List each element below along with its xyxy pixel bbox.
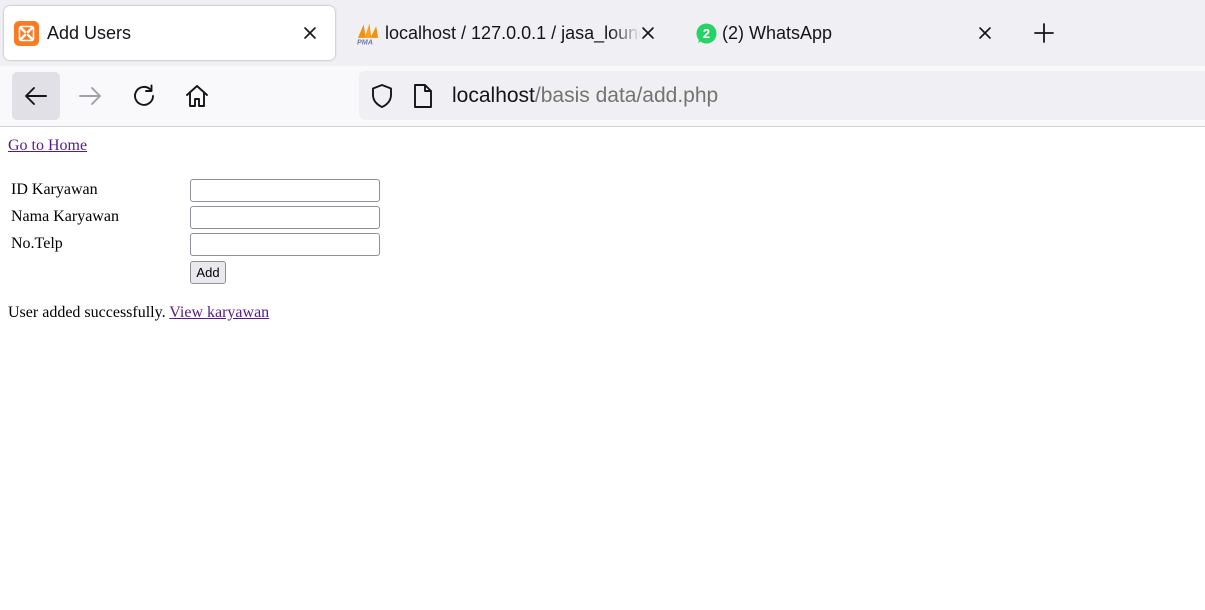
go-to-home-link[interactable]: Go to Home bbox=[8, 137, 87, 155]
arrow-right-icon bbox=[79, 87, 101, 105]
nama-karyawan-label: Nama Karyawan bbox=[11, 208, 119, 225]
tab-title: (2) WhatsApp bbox=[722, 23, 833, 43]
home-button[interactable] bbox=[173, 72, 221, 120]
page-content: Go to Home ID Karyawan Nama Karyawan No.… bbox=[0, 127, 1205, 610]
no-telp-input[interactable] bbox=[190, 233, 380, 256]
tab-add-users[interactable]: Add Users bbox=[4, 6, 335, 60]
tab-title: localhost / 127.0.0.1 / jasa_lounc bbox=[385, 23, 641, 43]
shield-icon[interactable] bbox=[369, 83, 395, 109]
close-icon[interactable] bbox=[640, 25, 656, 41]
back-button[interactable] bbox=[12, 72, 60, 120]
view-karyawan-link[interactable]: View karyawan bbox=[169, 304, 269, 321]
whatsapp-icon: 2 bbox=[696, 23, 717, 44]
no-telp-label: No.Telp bbox=[11, 235, 63, 252]
tab-strip: Add Users PMA localhost / 127.0.0.1 / ja… bbox=[0, 0, 1205, 66]
id-karyawan-input[interactable] bbox=[190, 179, 380, 202]
url-host: localhost bbox=[452, 84, 535, 107]
status-message: User added successfully. View karyawan bbox=[8, 304, 269, 322]
success-text: User added successfully. bbox=[8, 304, 166, 321]
address-bar[interactable]: localhost/basis data/add.php bbox=[359, 71, 1205, 120]
home-icon bbox=[186, 85, 208, 107]
close-icon[interactable] bbox=[302, 25, 318, 41]
page-icon[interactable] bbox=[412, 83, 434, 109]
url-text[interactable]: localhost/basis data/add.php bbox=[452, 71, 718, 120]
phpmyadmin-icon: PMA bbox=[357, 23, 379, 46]
navigation-toolbar: localhost/basis data/add.php bbox=[0, 66, 1205, 127]
url-path: /basis data/add.php bbox=[534, 84, 719, 107]
nama-karyawan-input[interactable] bbox=[190, 206, 380, 229]
close-icon[interactable] bbox=[977, 25, 993, 41]
tab-title: Add Users bbox=[47, 23, 132, 43]
unread-badge: 2 bbox=[703, 26, 710, 41]
tab-whatsapp[interactable]: 2 (2) WhatsApp bbox=[684, 6, 1006, 60]
reload-button[interactable] bbox=[120, 72, 168, 120]
new-tab-icon[interactable] bbox=[1030, 19, 1058, 47]
svg-text:PMA: PMA bbox=[357, 38, 373, 46]
id-karyawan-label: ID Karyawan bbox=[11, 181, 98, 198]
reload-icon bbox=[134, 84, 154, 106]
forward-button[interactable] bbox=[66, 72, 114, 120]
add-button[interactable]: Add bbox=[190, 261, 226, 284]
xampp-icon bbox=[14, 21, 39, 46]
arrow-left-icon bbox=[25, 87, 47, 105]
tab-phpmyadmin[interactable]: PMA localhost / 127.0.0.1 / jasa_lounc bbox=[346, 6, 668, 60]
